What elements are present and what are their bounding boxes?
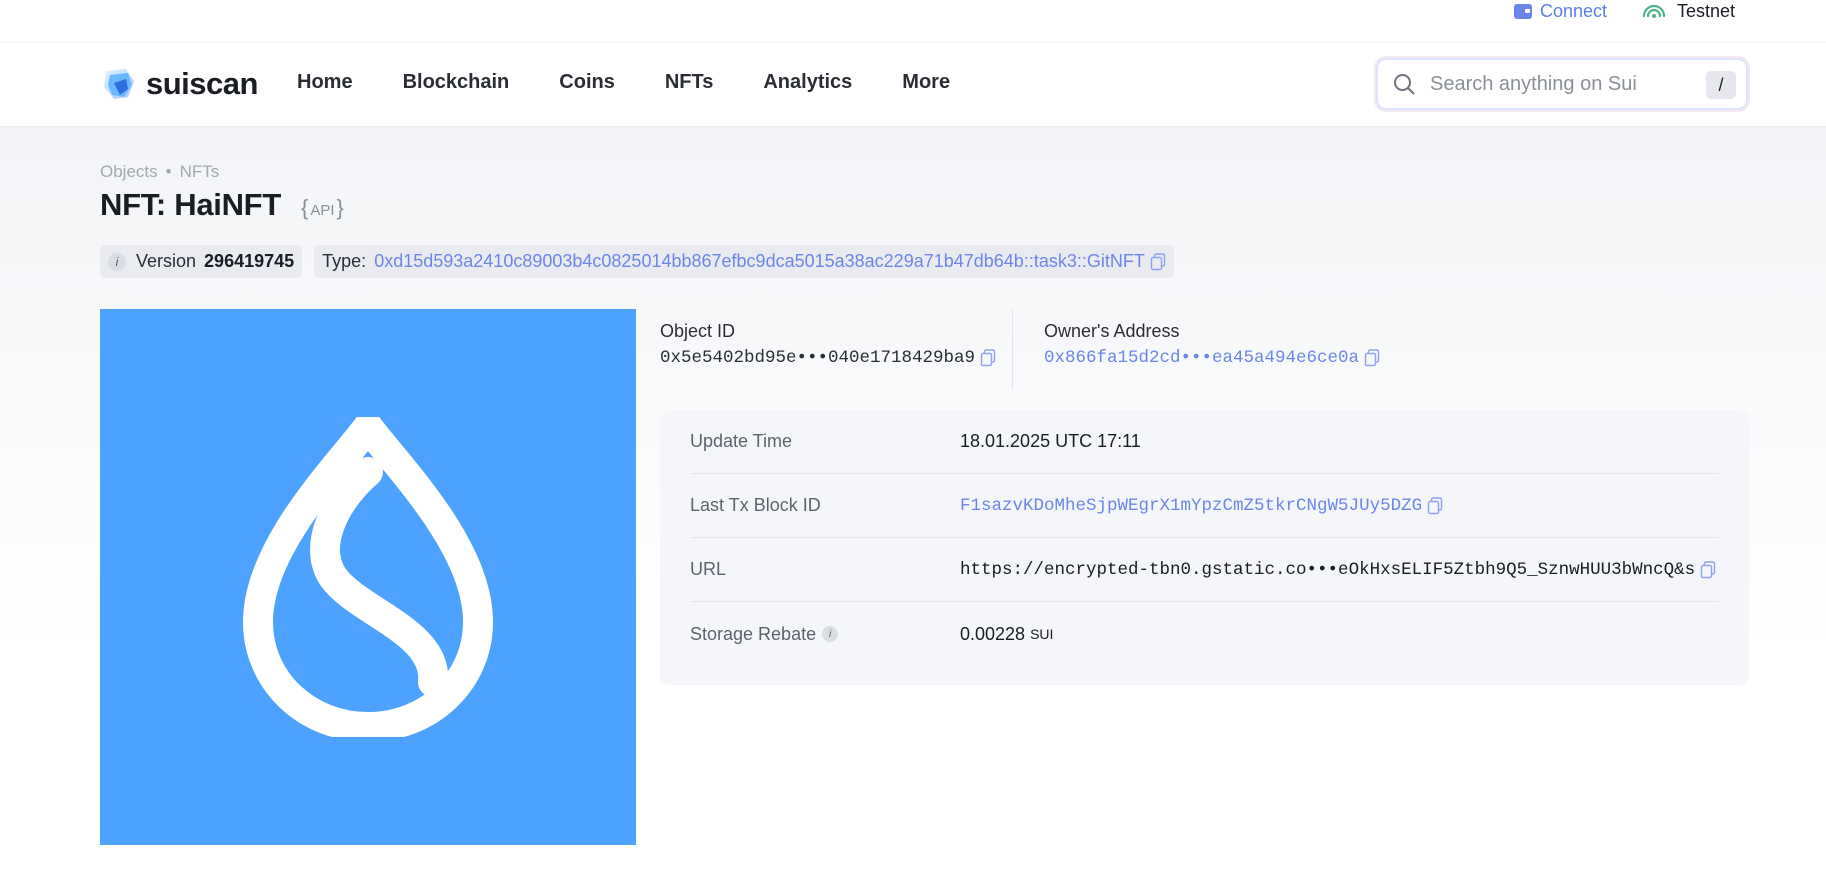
title-row: NFT: HaiNFT {API} — [100, 187, 344, 223]
last-tx-block-row: F1sazvKDoMheSjpWEgrX1mYpzCmZ5tkrCNgW5JUy… — [960, 496, 1443, 516]
nft-image — [100, 309, 636, 845]
divider — [1012, 309, 1013, 389]
nav-analytics[interactable]: Analytics — [763, 71, 852, 94]
connect-label: Connect — [1540, 0, 1608, 21]
nav-coins[interactable]: Coins — [559, 71, 615, 94]
nav-nfts[interactable]: NFTs — [665, 71, 714, 94]
version-value: 296419745 — [204, 251, 295, 271]
object-id-label: Object ID — [660, 321, 736, 341]
version-label: Version — [136, 251, 197, 271]
nav-blockchain[interactable]: Blockchain — [403, 71, 510, 94]
copy-icon[interactable] — [1364, 349, 1380, 367]
logo-text: suiscan — [146, 66, 258, 101]
search-icon — [1394, 74, 1415, 95]
detail-label: Last Tx Block ID — [690, 495, 821, 515]
top-strip: Connect Testnet — [0, 0, 1826, 43]
suiscan-logo-icon — [104, 69, 134, 99]
suiscan-logo[interactable]: suiscan — [100, 65, 258, 103]
owner-address-label: Owner's Address — [1044, 321, 1180, 341]
search-box: / — [1376, 58, 1748, 110]
breadcrumb-separator: • — [165, 162, 172, 181]
sui-drop-logo-icon — [243, 417, 493, 737]
copy-icon[interactable] — [980, 349, 996, 367]
detail-row-update-time: Update Time 18.01.2025 UTC 17:11 — [690, 410, 1719, 474]
detail-row-last-tx-block: Last Tx Block ID F1sazvKDoMheSjpWEgrX1mY… — [690, 474, 1719, 538]
owner-address-link[interactable]: 0x866fa15d2cd•••ea45a494e6ce0a — [1044, 348, 1359, 368]
storage-rebate-value: 0.00228 — [960, 623, 1026, 644]
page-content: Objects • NFTs NFT: HaiNFT {API} i Versi… — [0, 127, 1826, 877]
wallet-icon — [1514, 3, 1532, 19]
owner-address-row: 0x866fa15d2cd•••ea45a494e6ce0a — [1044, 348, 1380, 368]
api-button[interactable]: {API} — [301, 195, 344, 221]
detail-label-row: Storage Rebate i — [690, 624, 960, 645]
connect-wallet-button[interactable]: Connect — [1514, 0, 1607, 22]
copy-icon[interactable] — [1427, 496, 1443, 515]
meta-row: i Version 296419745 Type: 0xd15d593a2410… — [100, 245, 1174, 278]
nav-home[interactable]: Home — [297, 71, 353, 94]
copy-icon[interactable] — [1150, 252, 1166, 271]
info-icon[interactable]: i — [108, 252, 126, 271]
api-brace-close: } — [336, 195, 344, 220]
last-tx-block-link[interactable]: F1sazvKDoMheSjpWEgrX1mYpzCmZ5tkrCNgW5JUy… — [960, 496, 1422, 516]
url-row: https://encrypted-tbn0.gstatic.co•••eOkH… — [960, 560, 1716, 580]
breadcrumb-objects[interactable]: Objects — [100, 162, 158, 182]
detail-label: Update Time — [690, 431, 793, 451]
storage-rebate-row: 0.00228 SUI — [960, 624, 1053, 645]
network-selector[interactable]: Testnet — [1641, 0, 1735, 22]
storage-rebate-unit: SUI — [1030, 626, 1054, 642]
api-label: API — [310, 202, 335, 219]
detail-row-storage-rebate: Storage Rebate i 0.00228 SUI — [690, 602, 1719, 666]
details-panel: Update Time 18.01.2025 UTC 17:11 Last Tx… — [660, 410, 1749, 685]
page-title: NFT: HaiNFT — [100, 187, 281, 222]
search-shortcut-key: / — [1706, 71, 1736, 99]
main-header: suiscan Home Blockchain Coins NFTs Analy… — [0, 43, 1826, 127]
type-pill: Type: 0xd15d593a2410c89003b4c0825014bb86… — [314, 245, 1174, 278]
url-value: https://encrypted-tbn0.gstatic.co•••eOkH… — [960, 559, 1696, 580]
detail-label: URL — [690, 559, 727, 579]
type-link[interactable]: 0xd15d593a2410c89003b4c0825014bb867efbc9… — [374, 251, 1145, 272]
type-label: Type: — [322, 251, 367, 271]
copy-icon[interactable] — [1700, 560, 1716, 579]
network-signal-icon — [1641, 3, 1667, 19]
nav-more[interactable]: More — [902, 71, 950, 94]
object-id-row: 0x5e5402bd95e•••040e1718429ba9 — [660, 348, 996, 368]
detail-value: 18.01.2025 UTC 17:11 — [960, 431, 1141, 451]
api-brace-open: { — [300, 195, 309, 220]
info-icon[interactable]: i — [822, 626, 839, 642]
detail-row-url: URL https://encrypted-tbn0.gstatic.co•••… — [690, 538, 1719, 602]
object-id-block: Object ID 0x5e5402bd95e•••040e1718429ba9 — [660, 321, 996, 368]
version-pill: i Version 296419745 — [100, 245, 303, 278]
breadcrumb-nfts[interactable]: NFTs — [180, 162, 220, 182]
search-input[interactable] — [1430, 72, 1690, 96]
main-nav: Home Blockchain Coins NFTs Analytics Mor… — [297, 71, 1000, 94]
network-label: Testnet — [1677, 0, 1736, 21]
owner-address-block: Owner's Address 0x866fa15d2cd•••ea45a494… — [1044, 321, 1380, 368]
breadcrumb: Objects • NFTs — [100, 162, 219, 182]
detail-label: Storage Rebate — [690, 623, 817, 644]
object-id-value: 0x5e5402bd95e•••040e1718429ba9 — [660, 348, 976, 368]
